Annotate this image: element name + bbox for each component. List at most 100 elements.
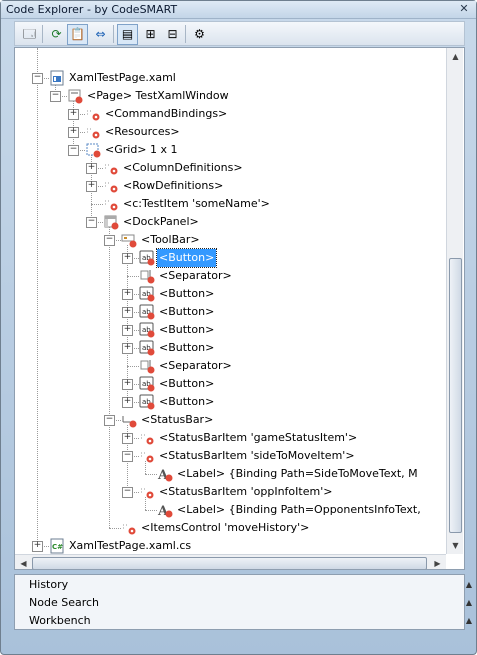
tree-node[interactable]: <c:TestItem 'someName'> (15, 195, 446, 213)
tree-node[interactable]: + <StatusBarItem 'gameStatusItem'> (15, 429, 446, 447)
close-icon[interactable]: ✕ (457, 2, 471, 16)
tree-node[interactable]: + ab <Button> (15, 339, 446, 357)
tree-node-label[interactable]: <Button> (157, 375, 216, 393)
tree-node[interactable]: <ItemsControl 'moveHistory'> (15, 519, 446, 537)
expand-node-icon[interactable]: + (122, 343, 133, 354)
tree-node-label[interactable]: <StatusBarItem 'oppInfoItem'> (157, 483, 334, 501)
label-icon: A (157, 502, 173, 519)
expand-node-icon[interactable]: + (122, 433, 133, 444)
settings-button[interactable]: ⚙ (189, 24, 210, 45)
tree-node[interactable]: + ab <Button> (15, 393, 446, 411)
tree-node[interactable]: + <CommandBindings> (15, 105, 446, 123)
scroll-left-arrow-icon[interactable]: ◀ (15, 555, 32, 569)
tree-node-label[interactable]: <StatusBarItem 'sideToMoveItem'> (157, 447, 357, 465)
tree-node[interactable]: + ab <Button> (15, 321, 446, 339)
collapse-node-icon[interactable]: − (68, 145, 79, 156)
code-tree-view[interactable]: − XamlTestPage.xaml − <Page> TestXamlWindow… (14, 47, 465, 570)
horizontal-scroll-thumb[interactable] (32, 557, 427, 569)
tree-node-label[interactable]: XamlTestPage.xaml (67, 69, 178, 87)
new-window-button[interactable]: 🗔 (19, 24, 40, 45)
collapse-node-icon[interactable]: − (104, 415, 115, 426)
expand-chevron-icon[interactable]: ▲ (466, 594, 472, 611)
tree-node[interactable]: − <StatusBarItem 'oppInfoItem'> (15, 483, 446, 501)
tree-node-label[interactable]: <Separator> (157, 357, 234, 375)
expand-node-icon[interactable]: + (68, 109, 79, 120)
paste-button[interactable]: 📋 (67, 24, 88, 45)
expand-chevron-icon[interactable]: ▲ (466, 576, 472, 593)
tree-node-label[interactable]: <Separator> (157, 267, 234, 285)
collapse-node-icon[interactable]: − (50, 91, 61, 102)
expand-node-icon[interactable]: + (122, 379, 133, 390)
tree-node-label[interactable]: <Button> (157, 321, 216, 339)
tree-node[interactable]: + <RowDefinitions> (15, 177, 446, 195)
tree-node-label[interactable]: <RowDefinitions> (121, 177, 225, 195)
tree-node-label[interactable]: <Button> (157, 285, 216, 303)
tree-node[interactable]: − XamlTestPage.xaml (15, 69, 446, 87)
expand-node-icon[interactable]: + (122, 253, 133, 264)
tree-node-label[interactable]: <Button> (157, 339, 216, 357)
vertical-scroll-thumb[interactable] (449, 258, 462, 533)
scroll-right-arrow-icon[interactable]: ▶ (429, 555, 446, 569)
vertical-scrollbar[interactable]: ▲ ▼ (446, 48, 463, 554)
tree-node[interactable]: + ab <Button> (15, 285, 446, 303)
tree-node-label[interactable]: <ItemsControl 'moveHistory'> (139, 519, 311, 537)
expand-node-icon[interactable]: + (32, 541, 43, 552)
tree-node-label[interactable]: <Button> (157, 303, 216, 321)
expand-node-icon[interactable]: + (122, 307, 133, 318)
expand-node-icon[interactable]: + (122, 397, 133, 408)
tree-node-label[interactable]: <StatusBar> (139, 411, 215, 429)
tree-node[interactable]: A <Label> {Binding Path=SideToMoveText, M (15, 465, 446, 483)
tree-node-label[interactable]: <ColumnDefinitions> (121, 159, 245, 177)
tree-node[interactable]: <Separator> (15, 357, 446, 375)
panel-history[interactable]: History ▲ (15, 576, 477, 593)
tree-node[interactable]: A <Label> {Binding Path=OpponentsInfoText… (15, 501, 446, 519)
expand-all-button[interactable]: ⊞ (140, 24, 161, 45)
tree-node-label[interactable]: XamlTestPage.xaml.cs (67, 537, 193, 555)
tree-node-label[interactable]: <Button> (155, 248, 218, 268)
sync-button[interactable]: ⇔ (90, 24, 111, 45)
collapse-node-icon[interactable]: − (86, 217, 97, 228)
tree-node[interactable]: + <Resources> (15, 123, 446, 141)
expand-chevron-icon[interactable]: ▲ (466, 612, 472, 629)
tree-node[interactable]: − <Page> TestXamlWindow (15, 87, 446, 105)
scroll-up-arrow-icon[interactable]: ▲ (447, 48, 464, 65)
panel-node-search[interactable]: Node Search ▲ (15, 594, 477, 611)
tree-node-label[interactable]: <c:TestItem 'someName'> (121, 195, 272, 213)
tree-node[interactable]: − <Grid> 1 x 1 (15, 141, 446, 159)
tree-node-label[interactable]: <CommandBindings> (103, 105, 229, 123)
tree-node-label[interactable]: <Resources> (103, 123, 182, 141)
collapse-node-icon[interactable]: − (104, 235, 115, 246)
properties-button[interactable]: ▤ (117, 24, 138, 45)
tree-node-label[interactable]: <ToolBar> (139, 231, 202, 249)
expand-node-icon[interactable]: + (86, 163, 97, 174)
tree-node[interactable]: − <StatusBar> (15, 411, 446, 429)
tree-node[interactable]: + ab <Button> (15, 248, 446, 268)
tree-node[interactable]: + C# XamlTestPage.xaml.cs (15, 537, 446, 555)
scroll-down-arrow-icon[interactable]: ▼ (447, 537, 464, 554)
tree-node[interactable]: <Separator> (15, 267, 446, 285)
tree-node[interactable]: − <StatusBarItem 'sideToMoveItem'> (15, 447, 446, 465)
tree-node-label[interactable]: <Label> {Binding Path=OpponentsInfoText, (175, 501, 423, 519)
expand-node-icon[interactable]: + (122, 325, 133, 336)
tree-node-label[interactable]: <DockPanel> (121, 213, 201, 231)
collapse-node-icon[interactable]: − (32, 73, 43, 84)
tree-node[interactable]: + ab <Button> (15, 303, 446, 321)
tree-node-label[interactable]: <Page> TestXamlWindow (85, 87, 231, 105)
tree-node[interactable]: − <DockPanel> (15, 213, 446, 231)
tree-node-label[interactable]: <Grid> 1 x 1 (103, 141, 180, 159)
collapse-node-icon[interactable]: − (122, 451, 133, 462)
tree-node[interactable]: + <ColumnDefinitions> (15, 159, 446, 177)
tree-node[interactable]: + ab <Button> (15, 375, 446, 393)
tree-node-label[interactable]: <StatusBarItem 'gameStatusItem'> (157, 429, 359, 447)
tree-node-label[interactable]: <Button> (157, 393, 216, 411)
tree-node-label[interactable]: <Label> {Binding Path=SideToMoveText, M (175, 465, 420, 483)
collapse-all-button[interactable]: ⊟ (162, 24, 183, 45)
horizontal-scrollbar[interactable]: ◀ ▶ (15, 554, 446, 569)
collapse-node-icon[interactable]: − (122, 487, 133, 498)
expand-node-icon[interactable]: + (122, 289, 133, 300)
panel-workbench[interactable]: Workbench ▲ (15, 612, 477, 629)
expand-node-icon[interactable]: + (68, 127, 79, 138)
refresh-button[interactable]: ⟳ (46, 24, 67, 45)
tree-node[interactable]: − <ToolBar> (15, 231, 446, 249)
expand-node-icon[interactable]: + (86, 181, 97, 192)
